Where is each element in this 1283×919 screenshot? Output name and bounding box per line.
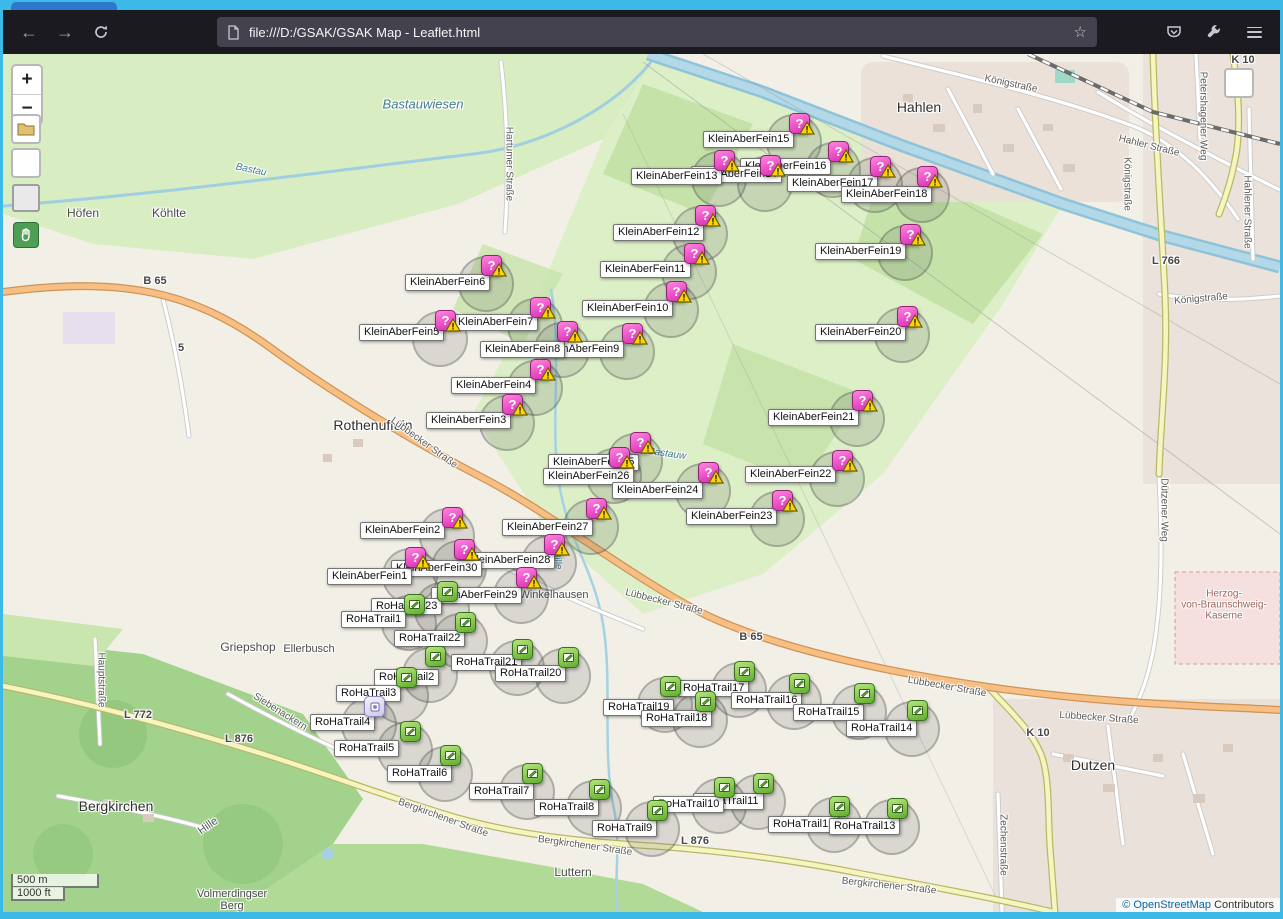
back-button[interactable]: ← xyxy=(13,16,45,48)
wrench-icon xyxy=(1206,24,1222,40)
active-tab[interactable] xyxy=(11,2,117,10)
map-control-topright[interactable] xyxy=(1224,68,1254,98)
reload-icon xyxy=(93,24,109,40)
reload-button[interactable] xyxy=(85,16,117,48)
scale-metric: 500 m xyxy=(11,874,99,888)
browser-window: ← → file:///D:/GSAK/GSAK Map - Leaflet.h… xyxy=(3,0,1280,912)
tab-strip xyxy=(3,0,1280,10)
pocket-icon xyxy=(1166,24,1182,40)
page-icon xyxy=(227,25,240,40)
developer-tools-button[interactable] xyxy=(1198,16,1230,48)
open-file-control[interactable] xyxy=(11,114,41,144)
map-viewport[interactable]: BastauwiesenHahlenHöfenKöhlteRothenuffel… xyxy=(3,54,1280,912)
base-map xyxy=(3,54,1280,912)
url-text[interactable]: file:///D:/GSAK/GSAK Map - Leaflet.html xyxy=(249,25,1065,40)
folder-icon xyxy=(17,122,35,136)
bookmark-star-icon[interactable]: ☆ xyxy=(1074,23,1087,41)
browser-toolbar: ← → file:///D:/GSAK/GSAK Map - Leaflet.h… xyxy=(3,10,1280,54)
pocket-button[interactable] xyxy=(1158,16,1190,48)
scale-imperial: 1000 ft xyxy=(11,887,65,901)
toolbar-right-group xyxy=(1158,16,1270,48)
landuse-areas xyxy=(3,54,1280,912)
pan-hand-control[interactable] xyxy=(13,222,39,248)
attribution: © OpenStreetMap Contributors xyxy=(1116,898,1280,912)
copyright-symbol: © xyxy=(1122,899,1130,911)
attribution-suffix: Contributors xyxy=(1214,899,1274,911)
map-control-box[interactable] xyxy=(12,184,40,212)
url-bar[interactable]: file:///D:/GSAK/GSAK Map - Leaflet.html … xyxy=(217,17,1097,47)
menu-button[interactable] xyxy=(1238,16,1270,48)
zoom-in-button[interactable]: + xyxy=(13,66,41,94)
map-control-blank[interactable] xyxy=(11,148,41,178)
forward-button[interactable]: → xyxy=(49,16,81,48)
hamburger-icon xyxy=(1247,27,1262,38)
hand-icon xyxy=(18,227,34,243)
osm-link[interactable]: OpenStreetMap xyxy=(1133,899,1211,911)
